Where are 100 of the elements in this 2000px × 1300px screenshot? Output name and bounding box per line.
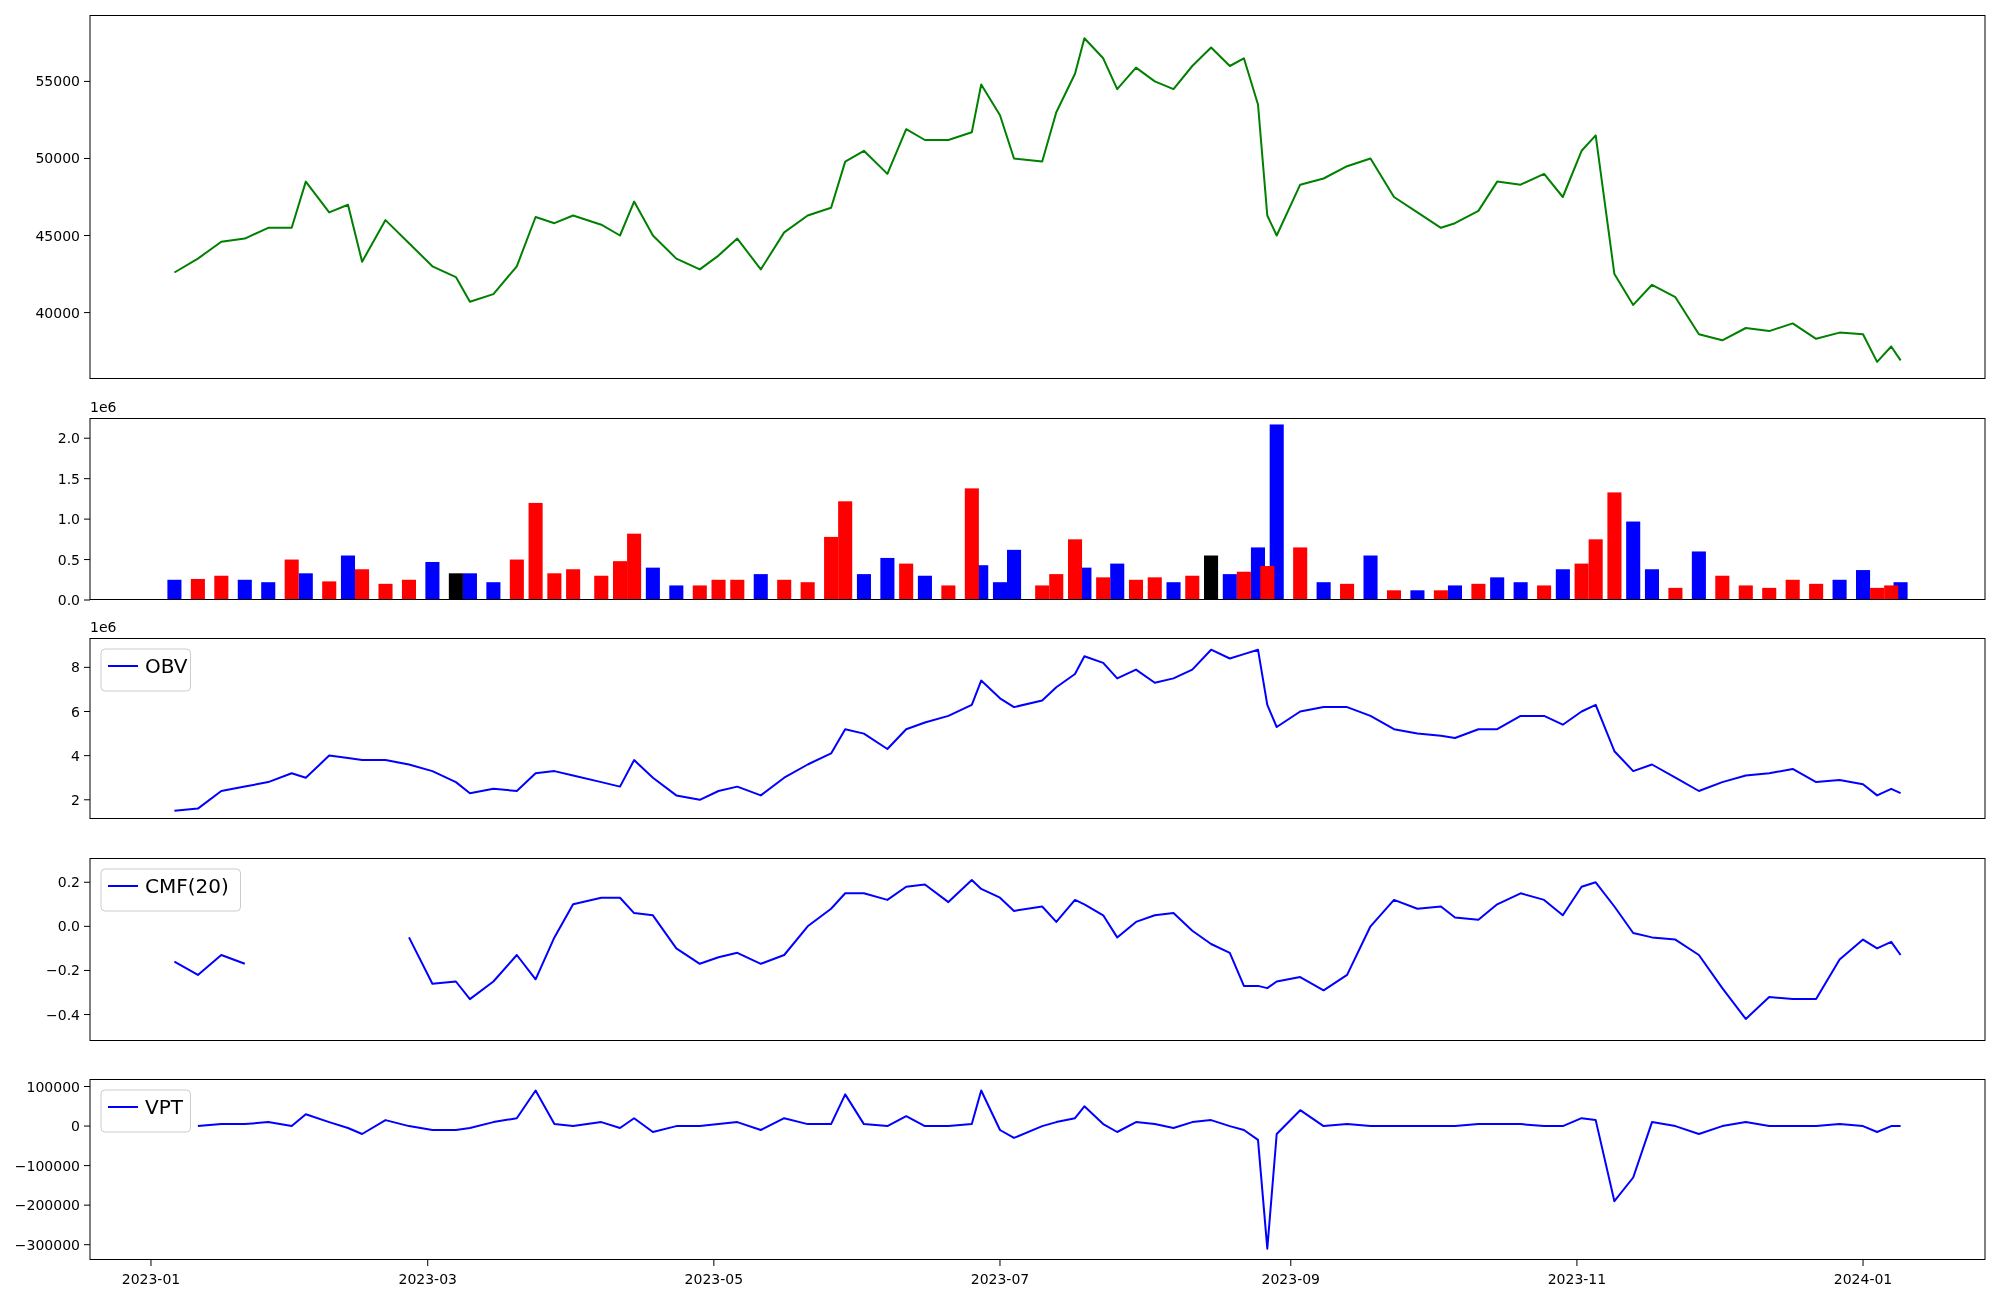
- axis-tick-label: 2: [71, 791, 80, 808]
- tick-mark: [83, 666, 91, 668]
- volume-bar: [190, 578, 205, 600]
- volume-bar: [1204, 555, 1219, 600]
- tick-mark: [83, 312, 91, 314]
- tick-mark: [83, 755, 91, 757]
- volume-bar: [711, 579, 726, 600]
- volume-bar: [594, 575, 609, 600]
- volume-bar: [1490, 577, 1505, 600]
- volume-bar: [1832, 579, 1847, 600]
- axis-scale-label: 1e6: [90, 619, 117, 635]
- tick-mark: [713, 1259, 715, 1267]
- tick-mark: [1576, 1259, 1578, 1267]
- tick-mark: [83, 1086, 91, 1087]
- axis-tick-label: 1.0: [57, 511, 80, 528]
- axis-tick-label: 2.0: [57, 430, 80, 447]
- tick-mark: [83, 925, 91, 927]
- axis-tick-label: 45000: [35, 227, 80, 244]
- volume-bar: [237, 579, 252, 600]
- volume-bar: [1147, 577, 1162, 600]
- volume-bar: [1185, 575, 1200, 600]
- axis-scale-label: 1e6: [90, 399, 117, 415]
- volume-bar: [880, 557, 895, 600]
- axis-tick-label: 0.0: [57, 918, 80, 935]
- tick-mark: [83, 599, 91, 601]
- axis-tick-label: 2024-01: [1833, 1271, 1893, 1287]
- volume-bar: [730, 579, 745, 600]
- tick-mark: [83, 1014, 91, 1016]
- axis-tick-label: −200000: [14, 1197, 80, 1214]
- volume-bar: [486, 582, 501, 600]
- tick-mark: [83, 437, 91, 439]
- tick-mark: [1290, 1259, 1292, 1267]
- tick-mark: [83, 478, 91, 480]
- axis-tick-label: 0.5: [57, 551, 80, 568]
- volume-bar: [1644, 569, 1659, 600]
- tick-mark: [83, 1125, 91, 1127]
- tick-mark: [83, 1244, 91, 1246]
- tick-mark: [83, 711, 91, 712]
- volume-bar: [167, 579, 182, 600]
- axis-tick-label: 50000: [35, 150, 80, 167]
- axis-tick-label: −300000: [14, 1236, 80, 1253]
- tick-mark: [83, 559, 91, 561]
- volume-bar: [1363, 555, 1378, 600]
- axis-tick-label: 2023-03: [398, 1271, 457, 1287]
- volume-bar: [1715, 575, 1730, 600]
- axis-tick-label: 8: [71, 659, 80, 676]
- tick-mark: [83, 80, 91, 82]
- axis-tick-label: 2023-09: [1261, 1271, 1321, 1287]
- volume-bar: [1691, 551, 1706, 600]
- tick-mark: [83, 881, 91, 883]
- axis-tick-label: 0.0: [57, 592, 80, 608]
- volume-bar: [1386, 590, 1401, 600]
- volume-bar: [645, 567, 660, 600]
- tick-mark: [83, 799, 91, 801]
- volume-bar: [261, 582, 276, 600]
- volume-bar: [509, 559, 524, 600]
- volume-bar: [214, 575, 229, 600]
- axis-tick-label: 55000: [35, 73, 80, 90]
- volume-bar: [1785, 579, 1800, 600]
- axis-tick-label: 2023-01: [121, 1271, 181, 1287]
- legend-label: OBV: [145, 654, 188, 678]
- tick-mark: [83, 1165, 91, 1167]
- volume-bar: [917, 575, 932, 600]
- axis-tick-label: 1.5: [57, 470, 80, 487]
- axis-tick-label: −0.4: [46, 1006, 80, 1023]
- volume-bar: [899, 563, 914, 600]
- volume-bar: [1513, 582, 1528, 600]
- tick-mark: [83, 157, 91, 159]
- legend-line-sample: [107, 665, 139, 667]
- volume-bar: [1410, 590, 1425, 600]
- axis-tick-label: 0: [71, 1118, 80, 1135]
- axis-tick-label: 0.2: [57, 874, 80, 891]
- axis-tick-label: 4: [71, 747, 80, 764]
- legend-line-sample: [107, 885, 139, 887]
- axis-tick-label: −100000: [14, 1157, 80, 1174]
- tick-mark: [1862, 1259, 1864, 1267]
- volume-bar: [1166, 582, 1181, 600]
- volume-bar: [1316, 582, 1331, 600]
- axis-tick-label: 6: [71, 703, 80, 720]
- axis-tick-label: 40000: [35, 304, 80, 321]
- volume-bar: [1293, 547, 1308, 600]
- volume-bar: [856, 574, 871, 600]
- volume-bar: [547, 573, 562, 600]
- axis-tick-label: 2023-07: [970, 1271, 1030, 1287]
- legend-label: VPT: [145, 1095, 183, 1119]
- volume-bar: [566, 569, 581, 600]
- volume-bar: [777, 579, 792, 600]
- volume-bar: [800, 582, 815, 600]
- axis-tick-label: 2023-11: [1547, 1271, 1607, 1287]
- tick-mark: [150, 1259, 152, 1267]
- tick-mark: [83, 1204, 91, 1206]
- tick-mark: [999, 1259, 1001, 1267]
- volume-bar: [448, 573, 463, 600]
- volume-bar: [425, 562, 440, 600]
- volume-bar: [1555, 569, 1570, 600]
- tick-mark: [427, 1259, 429, 1267]
- axis-tick-label: 100000: [26, 1078, 80, 1095]
- axis-tick-label: −0.2: [46, 962, 80, 979]
- legend-line-sample: [107, 1106, 139, 1108]
- volume-bar: [753, 574, 768, 600]
